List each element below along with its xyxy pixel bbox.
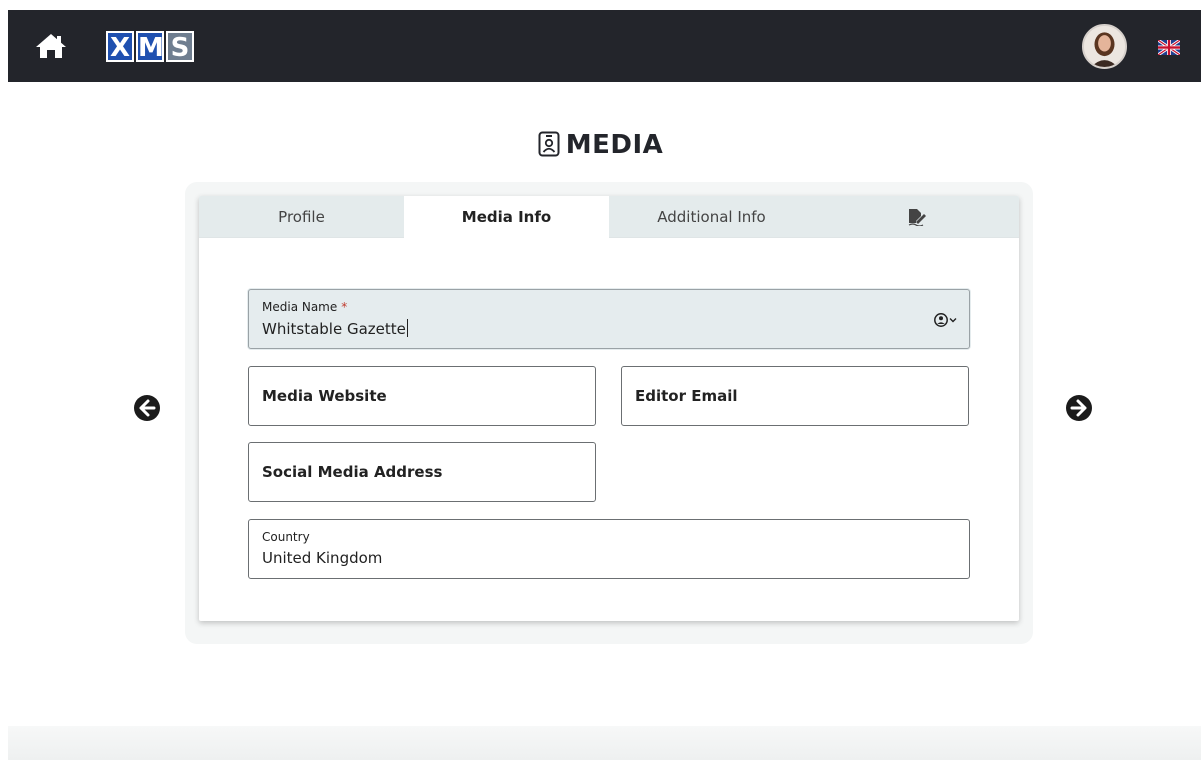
user-avatar[interactable] [1082,24,1127,69]
page-title: MEDIA [0,130,1201,160]
top-bar: X M S [8,10,1201,82]
social-media-address-label: Social Media Address [262,463,443,481]
tab-bar: Profile Media Info Additional Info [199,196,1019,238]
arrow-left-circle-icon[interactable] [132,393,162,423]
tab-signature[interactable] [814,196,1019,238]
tab-additional-info[interactable]: Additional Info [609,196,814,238]
page-title-text: MEDIA [565,130,664,160]
country-value: United Kingdom [262,549,383,567]
uk-flag-icon[interactable] [1158,40,1180,55]
tab-media-info[interactable]: Media Info [404,196,609,238]
media-name-field[interactable]: Media Name * Whitstable Gazette [248,289,970,349]
media-name-value: Whitstable Gazette [262,320,406,338]
editor-email-label: Editor Email [635,387,738,405]
id-badge-icon [538,131,560,157]
country-field[interactable]: Country United Kingdom [248,519,970,579]
media-name-label-text: Media Name [262,300,338,314]
media-website-label: Media Website [262,387,387,405]
media-website-field[interactable]: Media Website [248,366,596,426]
media-form-card: Profile Media Info Additional Info Media… [199,196,1019,621]
media-name-label: Media Name * [262,300,347,314]
signature-icon [908,209,926,226]
user-avatar-icon [1084,26,1125,67]
country-label: Country [262,530,310,544]
user-dropdown-icon[interactable] [931,312,961,328]
arrow-right-circle-icon[interactable] [1064,393,1094,423]
required-marker: * [341,300,348,314]
media-name-input[interactable]: Whitstable Gazette [262,319,862,338]
xms-logo[interactable]: X M S [106,31,194,63]
logo-letter-s: S [166,31,194,63]
logo-letter-x: X [106,31,134,63]
editor-email-field[interactable]: Editor Email [621,366,969,426]
footer-bar [8,726,1201,760]
text-caret [406,319,408,337]
tab-profile[interactable]: Profile [199,196,404,238]
home-icon[interactable] [34,32,68,60]
social-media-address-field[interactable]: Social Media Address [248,442,596,502]
logo-letter-m: M [136,31,164,63]
